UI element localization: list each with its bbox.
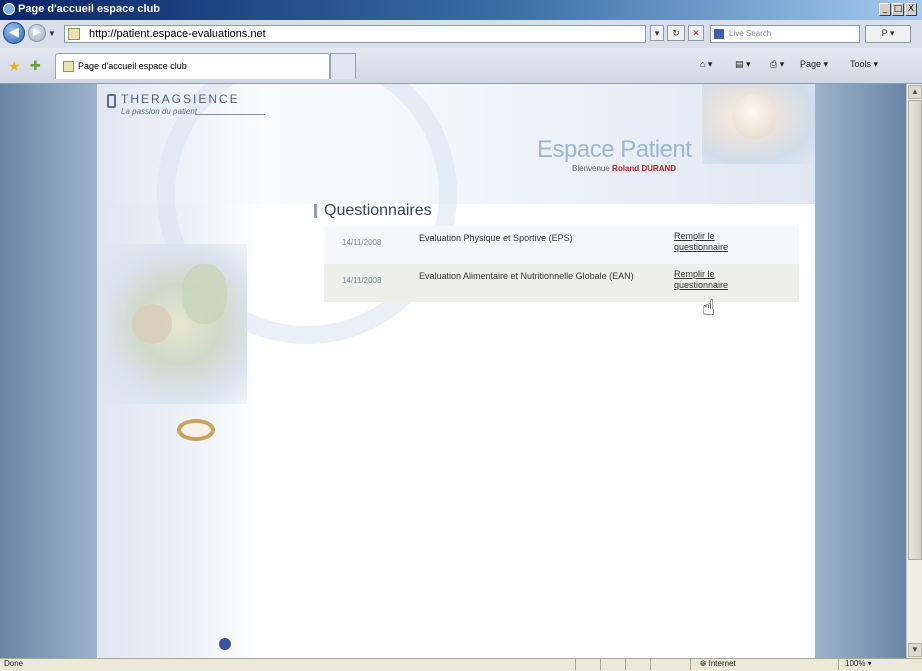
status-pane [575,659,576,670]
tools-menu-button[interactable]: Tools ▾ [850,59,878,70]
header-photo [702,84,815,164]
search-placeholder: Live Search [729,29,772,38]
zone-label: Internet [708,659,736,668]
logo-tagline: La passion du patient [121,107,198,116]
web-page: THERAGSIENCE La passion du patient Espac… [97,84,815,658]
welcome-user: Roland DURAND [612,164,677,173]
favorites-star-icon[interactable]: ★ [8,58,21,75]
forward-button[interactable]: ▶ [28,24,46,42]
questionnaire-name: Evaluation Physique et Sportive (EPS) [419,233,573,243]
table-row: 14/11/2008 Evaluation Physique et Sporti… [324,226,799,264]
back-button[interactable]: ◀ [3,22,25,44]
welcome-message: Bienvenue Roland DURAND [572,164,676,173]
address-dropdown-button[interactable]: ▾ [650,25,664,41]
vertical-scrollbar[interactable]: ▲ ▼ [906,84,922,658]
scroll-up-button[interactable]: ▲ [908,85,922,99]
welcome-prefix: Bienvenue [572,164,610,173]
status-pane [625,659,626,670]
search-provider-icon [714,29,724,39]
security-zone[interactable]: 🌐︎ Internet [700,659,736,669]
logo-rule [195,114,265,115]
browser-viewport: THERAGSIENCE La passion du patient Espac… [0,84,906,658]
zoom-level[interactable]: 100% ▾ [845,659,872,668]
fill-questionnaire-link[interactable]: Remplir le questionnaire [674,269,764,291]
page-icon [68,28,80,40]
ie-icon [3,3,15,15]
status-text: Done [4,659,24,668]
close-button[interactable]: X [905,3,917,16]
recent-pages-dropdown-icon[interactable]: ▼ [48,29,56,38]
logo-name: THERAGSIENCE [121,92,240,106]
address-url[interactable]: http://patient.espace-evaluations.net [89,28,266,40]
new-tab-button[interactable] [330,53,356,79]
sidebar-photo [97,244,247,404]
search-input[interactable]: Live Search [710,25,860,43]
window-title: Page d'accueil espace club [18,3,161,15]
home-button[interactable]: ⌂ ▾ [700,59,712,70]
add-favorite-icon[interactable]: ✚ [30,58,41,74]
tab-toolbar: ★ ✚ Page d'accueil espace club ⌂ ▾ ▤ ▾ ⎙… [0,48,922,84]
address-bar[interactable]: http://patient.espace-evaluations.net [64,25,646,43]
page-background-right [815,84,906,658]
questionnaire-date: 14/11/2008 [342,238,382,247]
tab-title: Page d'accueil espace club [78,61,187,71]
questionnaire-name: Evaluation Alimentaire et Nutritionnelle… [419,271,634,281]
page-background-left [0,84,97,658]
status-pane [650,659,651,670]
search-go-button[interactable]: P ▾ [865,25,911,43]
print-button[interactable]: ⎙ ▾ [770,59,784,70]
decorative-dot [219,638,231,650]
address-toolbar: ◀ ▶ ▼ http://patient.espace-evaluations.… [0,20,922,49]
stop-button[interactable]: ✕ [688,25,704,41]
scroll-thumb[interactable] [908,100,922,560]
fill-questionnaire-link[interactable]: Remplir le questionnaire [674,231,764,253]
hand-cursor-icon: ☝ [702,296,716,321]
ring-image [177,419,215,441]
status-bar: Done 🌐︎ Internet 100% ▾ [0,658,922,671]
scroll-down-button[interactable]: ▼ [908,643,922,657]
table-row: 14/11/2008 Evaluation Alimentaire et Nut… [324,264,799,302]
maximize-button[interactable]: □ [892,3,904,16]
questionnaire-date: 14/11/2008 [342,276,382,285]
status-pane [690,659,691,670]
tab-active[interactable]: Page d'accueil espace club [55,53,330,79]
globe-icon: 🌐︎ [700,659,709,668]
zoom-label: 100% ▾ [845,659,872,668]
window-titlebar: Page d'accueil espace club _ □ X [0,0,922,20]
tab-page-icon [63,61,74,72]
questionnaires-table: 14/11/2008 Evaluation Physique et Sporti… [324,226,799,302]
section-title: Questionnaires [324,202,432,219]
page-header-title: Espace Patient [537,136,692,163]
page-menu-button[interactable]: Page ▾ [800,59,828,70]
feeds-button[interactable]: ▤ ▾ [735,59,751,70]
refresh-button[interactable]: ↻ [667,25,685,41]
minimize-button[interactable]: _ [879,3,891,16]
section-marker [314,204,317,218]
status-pane [600,659,601,670]
status-pane [838,659,839,670]
logo-mark-icon [107,94,116,108]
